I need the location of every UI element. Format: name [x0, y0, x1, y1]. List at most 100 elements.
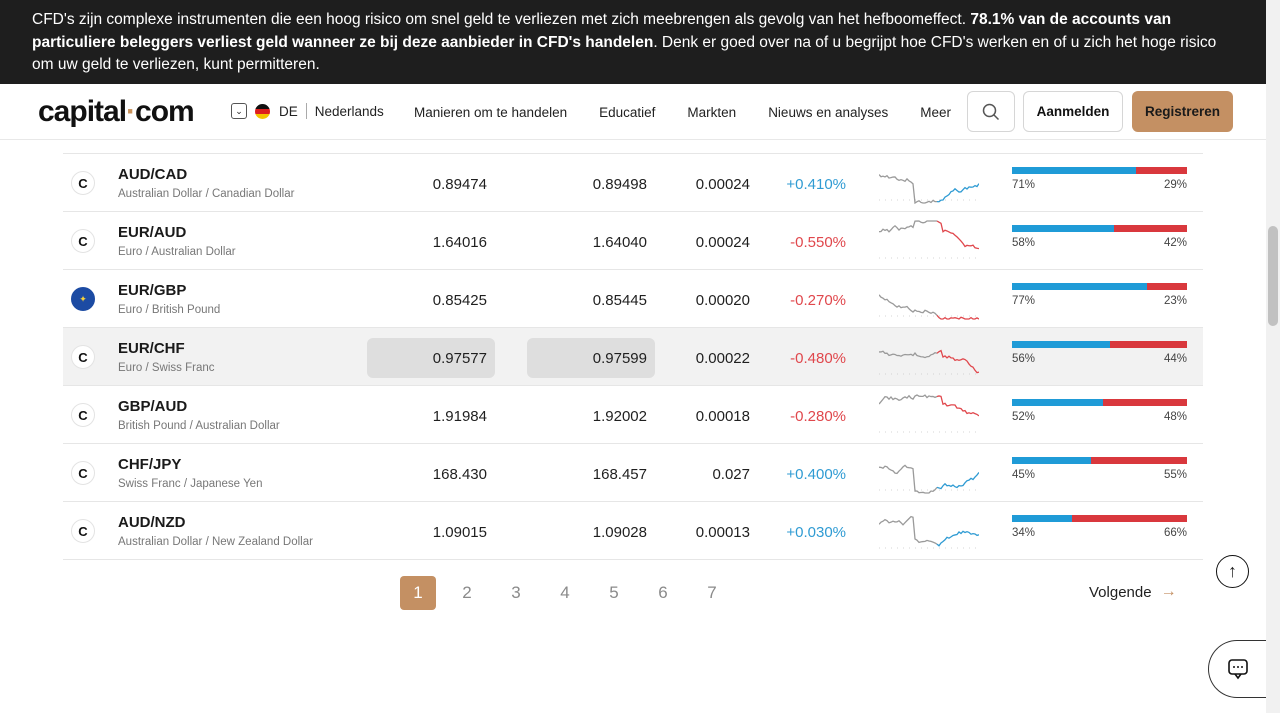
- sparkline-today: [936, 395, 979, 417]
- sell-price[interactable]: 1.64016: [367, 222, 495, 262]
- nav-item-ways-to-trade[interactable]: Manieren om te handelen: [414, 105, 567, 120]
- chevron-down-icon: ⌄: [231, 103, 247, 119]
- sparkline-chart: [879, 515, 979, 549]
- nav-item-markets[interactable]: Markten: [687, 105, 736, 120]
- sentiment-sell-bar: [1110, 341, 1187, 348]
- trader-sentiment: 52% 48%: [1012, 399, 1187, 423]
- capital-logo-icon: C: [71, 461, 95, 485]
- nav-item-education[interactable]: Educatief: [599, 105, 655, 120]
- sell-price[interactable]: 1.09015: [367, 512, 495, 552]
- nav-item-news[interactable]: Nieuws en analyses: [768, 105, 888, 120]
- buy-price[interactable]: 1.09028: [527, 512, 655, 552]
- germany-flag-icon: [255, 103, 270, 119]
- asset-description: Australian Dollar / Canadian Dollar: [118, 188, 295, 200]
- pagination: 1234567: [400, 576, 743, 610]
- asset-symbol[interactable]: EUR/AUD: [118, 224, 186, 241]
- page-5-button[interactable]: 5: [596, 576, 632, 610]
- spread-value: 0.00024: [695, 233, 750, 251]
- table-row[interactable]: C AUD/NZD Australian Dollar / New Zealan…: [63, 502, 1203, 560]
- change-percent: +0.400%: [786, 465, 846, 483]
- buy-price[interactable]: 168.457: [527, 454, 655, 494]
- divider: [305, 103, 307, 119]
- trader-sentiment: 58% 42%: [1012, 225, 1187, 249]
- sparkline-history: [879, 294, 938, 316]
- sentiment-sell-label: 55%: [1163, 469, 1187, 481]
- nav-item-more[interactable]: Meer: [920, 105, 951, 120]
- buy-price[interactable]: 0.97599: [527, 338, 655, 378]
- risk-warning-banner: CFD's zijn complexe instrumenten die een…: [0, 0, 1266, 84]
- capital-logo-icon: C: [71, 171, 95, 195]
- asset-description: Euro / British Pound: [118, 304, 221, 316]
- page-1-button[interactable]: 1: [400, 576, 436, 610]
- sparkline-history: [879, 515, 938, 545]
- capital-logo-icon: C: [71, 229, 95, 253]
- buy-price[interactable]: 0.89498: [527, 164, 655, 204]
- arrow-up-icon: ↑: [1228, 561, 1237, 581]
- page-6-button[interactable]: 6: [645, 576, 681, 610]
- asset-symbol[interactable]: CHF/JPY: [118, 456, 181, 473]
- chat-icon: [1228, 659, 1248, 680]
- sentiment-buy-label: 45%: [1012, 469, 1036, 481]
- buy-price[interactable]: 0.85445: [527, 280, 655, 320]
- table-row[interactable]: C EUR/CHF Euro / Swiss Franc 0.97577 0.9…: [63, 328, 1203, 386]
- sentiment-buy-bar: [1012, 341, 1110, 348]
- sell-price[interactable]: 0.85425: [367, 280, 495, 320]
- sparkline-chart: [879, 349, 979, 375]
- change-percent: -0.480%: [790, 349, 846, 367]
- search-icon: [982, 103, 1000, 120]
- sentiment-buy-label: 34%: [1012, 527, 1036, 539]
- sell-price[interactable]: 1.91984: [367, 396, 495, 436]
- sentiment-buy-label: 71%: [1012, 179, 1036, 191]
- asset-symbol[interactable]: EUR/GBP: [118, 282, 186, 299]
- capital-logo-icon: C: [71, 345, 95, 369]
- page-7-button[interactable]: 7: [694, 576, 730, 610]
- page-3-button[interactable]: 3: [498, 576, 534, 610]
- spread-value: 0.00018: [695, 407, 750, 425]
- asset-symbol[interactable]: AUD/NZD: [118, 514, 186, 531]
- table-row[interactable]: C CHF/JPY Swiss Franc / Japanese Yen 168…: [63, 444, 1203, 502]
- capital-logo-icon: C: [71, 403, 95, 427]
- capital-logo[interactable]: capital·com: [38, 95, 195, 129]
- register-button[interactable]: Registreren: [1132, 91, 1233, 132]
- sell-price[interactable]: 168.430: [367, 454, 495, 494]
- scroll-to-top-button[interactable]: ↑: [1216, 555, 1249, 588]
- sentiment-sell-bar: [1113, 225, 1187, 232]
- login-button[interactable]: Aanmelden: [1023, 91, 1123, 132]
- asset-symbol[interactable]: AUD/CAD: [118, 166, 187, 183]
- sentiment-buy-bar: [1012, 167, 1137, 174]
- table-row[interactable]: C EUR/AUD Euro / Australian Dollar 1.640…: [63, 212, 1203, 270]
- table-row[interactable]: ✦ EUR/GBP Euro / British Pound 0.85425 0…: [63, 270, 1203, 328]
- sell-price[interactable]: 0.97577: [367, 338, 495, 378]
- sparkline-chart: [879, 174, 979, 205]
- sentiment-sell-label: 44%: [1163, 353, 1187, 365]
- sparkline-history: [879, 174, 938, 205]
- search-button[interactable]: [967, 91, 1015, 132]
- sparkline-chart: [879, 294, 979, 320]
- asset-description: Swiss Franc / Japanese Yen: [118, 478, 263, 490]
- sentiment-sell-label: 29%: [1163, 179, 1187, 191]
- sentiment-buy-bar: [1012, 515, 1072, 522]
- buy-price[interactable]: 1.64040: [527, 222, 655, 262]
- page-4-button[interactable]: 4: [547, 576, 583, 610]
- asset-symbol[interactable]: GBP/AUD: [118, 398, 187, 415]
- sparkline-history: [879, 464, 938, 494]
- sparkline-history: [879, 220, 937, 233]
- page-2-button[interactable]: 2: [449, 576, 485, 610]
- sell-price[interactable]: 0.89474: [367, 164, 495, 204]
- sparkline-history: [879, 350, 938, 359]
- spread-value: 0.00013: [695, 523, 750, 541]
- table-row[interactable]: C GBP/AUD British Pound / Australian Dol…: [63, 386, 1203, 444]
- sentiment-buy-label: 77%: [1012, 295, 1036, 307]
- next-page-link[interactable]: Volgende →: [1089, 583, 1177, 601]
- sparkline-today: [936, 220, 979, 250]
- buy-price[interactable]: 1.92002: [527, 396, 655, 436]
- scrollbar-thumb[interactable]: [1268, 226, 1278, 326]
- asset-symbol[interactable]: EUR/CHF: [118, 340, 185, 357]
- scrollbar[interactable]: [1266, 0, 1280, 713]
- language-selector[interactable]: ⌄ DE Nederlands: [231, 103, 384, 119]
- asset-description: British Pound / Australian Dollar: [118, 420, 280, 432]
- sentiment-buy-label: 56%: [1012, 353, 1036, 365]
- sentiment-sell-bar: [1090, 457, 1187, 464]
- sparkline-chart: [879, 394, 979, 433]
- table-row[interactable]: C AUD/CAD Australian Dollar / Canadian D…: [63, 154, 1203, 212]
